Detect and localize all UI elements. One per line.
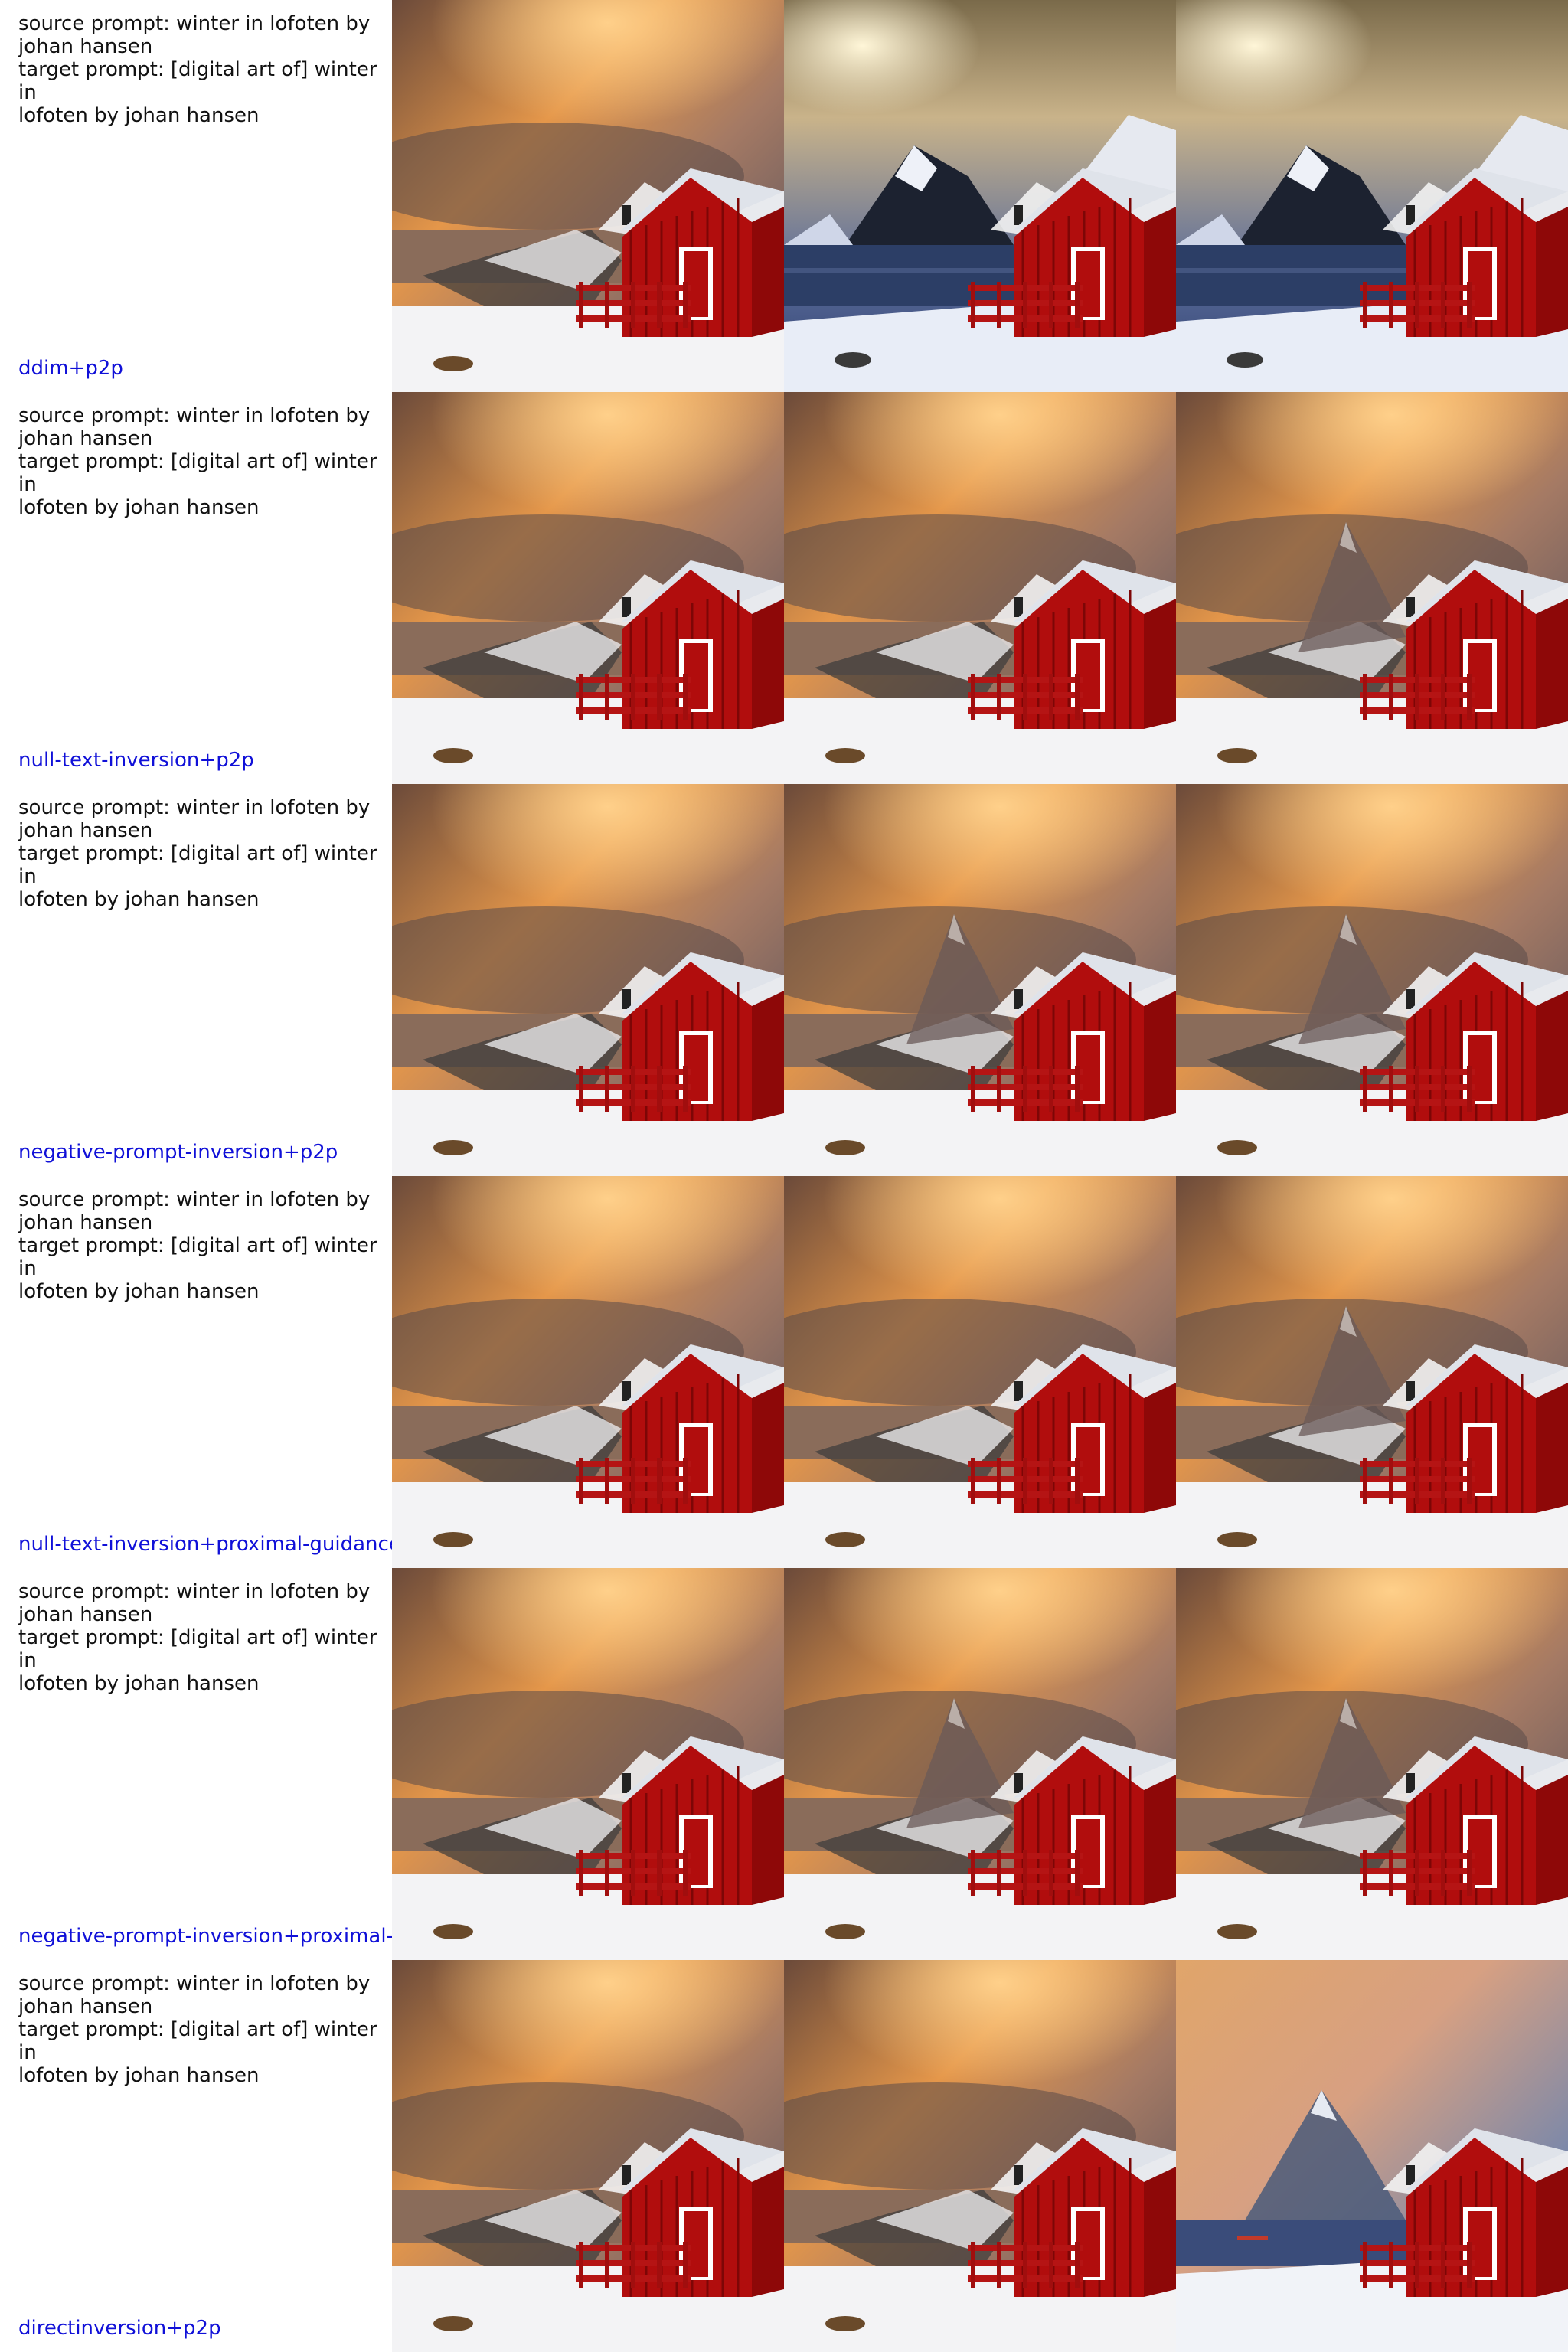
source-image (392, 1176, 784, 1568)
edited-image (1176, 0, 1568, 392)
result-row: source prompt: winter in lofoten by joha… (0, 1176, 1568, 1568)
reconstruction-image (784, 784, 1176, 1176)
reconstruction-image (784, 0, 1176, 392)
edited-image (1176, 1960, 1568, 2352)
result-row: source prompt: winter in lofoten by joha… (0, 392, 1568, 784)
reconstruction-image (784, 1176, 1176, 1568)
reconstruction-image (784, 1960, 1176, 2352)
reconstruction-image (784, 1568, 1176, 1960)
caption-panel: source prompt: winter in lofoten by joha… (0, 392, 392, 784)
prompt-text: source prompt: winter in lofoten by joha… (18, 1972, 377, 2087)
caption-panel: source prompt: winter in lofoten by joha… (0, 784, 392, 1176)
prompt-text: source prompt: winter in lofoten by joha… (18, 1580, 377, 1695)
result-row: source prompt: winter in lofoten by joha… (0, 784, 1568, 1176)
edited-image (1176, 1568, 1568, 1960)
caption-panel: source prompt: winter in lofoten by joha… (0, 1176, 392, 1568)
method-label: negative-prompt-inversion+p2p (18, 1141, 338, 1164)
method-label: null-text-inversion+proximal-guidance (18, 1533, 392, 1556)
prompt-text: source prompt: winter in lofoten by joha… (18, 404, 377, 519)
method-label: null-text-inversion+p2p (18, 749, 254, 772)
method-label: directinversion+p2p (18, 2317, 221, 2340)
result-row: source prompt: winter in lofoten by joha… (0, 1960, 1568, 2352)
result-row: source prompt: winter in lofoten by joha… (0, 1568, 1568, 1960)
source-image (392, 392, 784, 784)
edited-image (1176, 784, 1568, 1176)
prompt-text: source prompt: winter in lofoten by joha… (18, 1188, 377, 1303)
method-label: ddim+p2p (18, 357, 123, 380)
source-image (392, 0, 784, 392)
result-row: source prompt: winter in lofoten by joha… (0, 0, 1568, 392)
reconstruction-image (784, 392, 1176, 784)
source-image (392, 784, 784, 1176)
method-label: negative-prompt-inversion+proximal-guida… (18, 1925, 392, 1948)
caption-panel: source prompt: winter in lofoten by joha… (0, 0, 392, 392)
source-image (392, 1568, 784, 1960)
prompt-text: source prompt: winter in lofoten by joha… (18, 12, 377, 127)
caption-panel: source prompt: winter in lofoten by joha… (0, 1960, 392, 2352)
prompt-text: source prompt: winter in lofoten by joha… (18, 796, 377, 911)
edited-image (1176, 1176, 1568, 1568)
caption-panel: source prompt: winter in lofoten by joha… (0, 1568, 392, 1960)
edited-image (1176, 392, 1568, 784)
source-image (392, 1960, 784, 2352)
